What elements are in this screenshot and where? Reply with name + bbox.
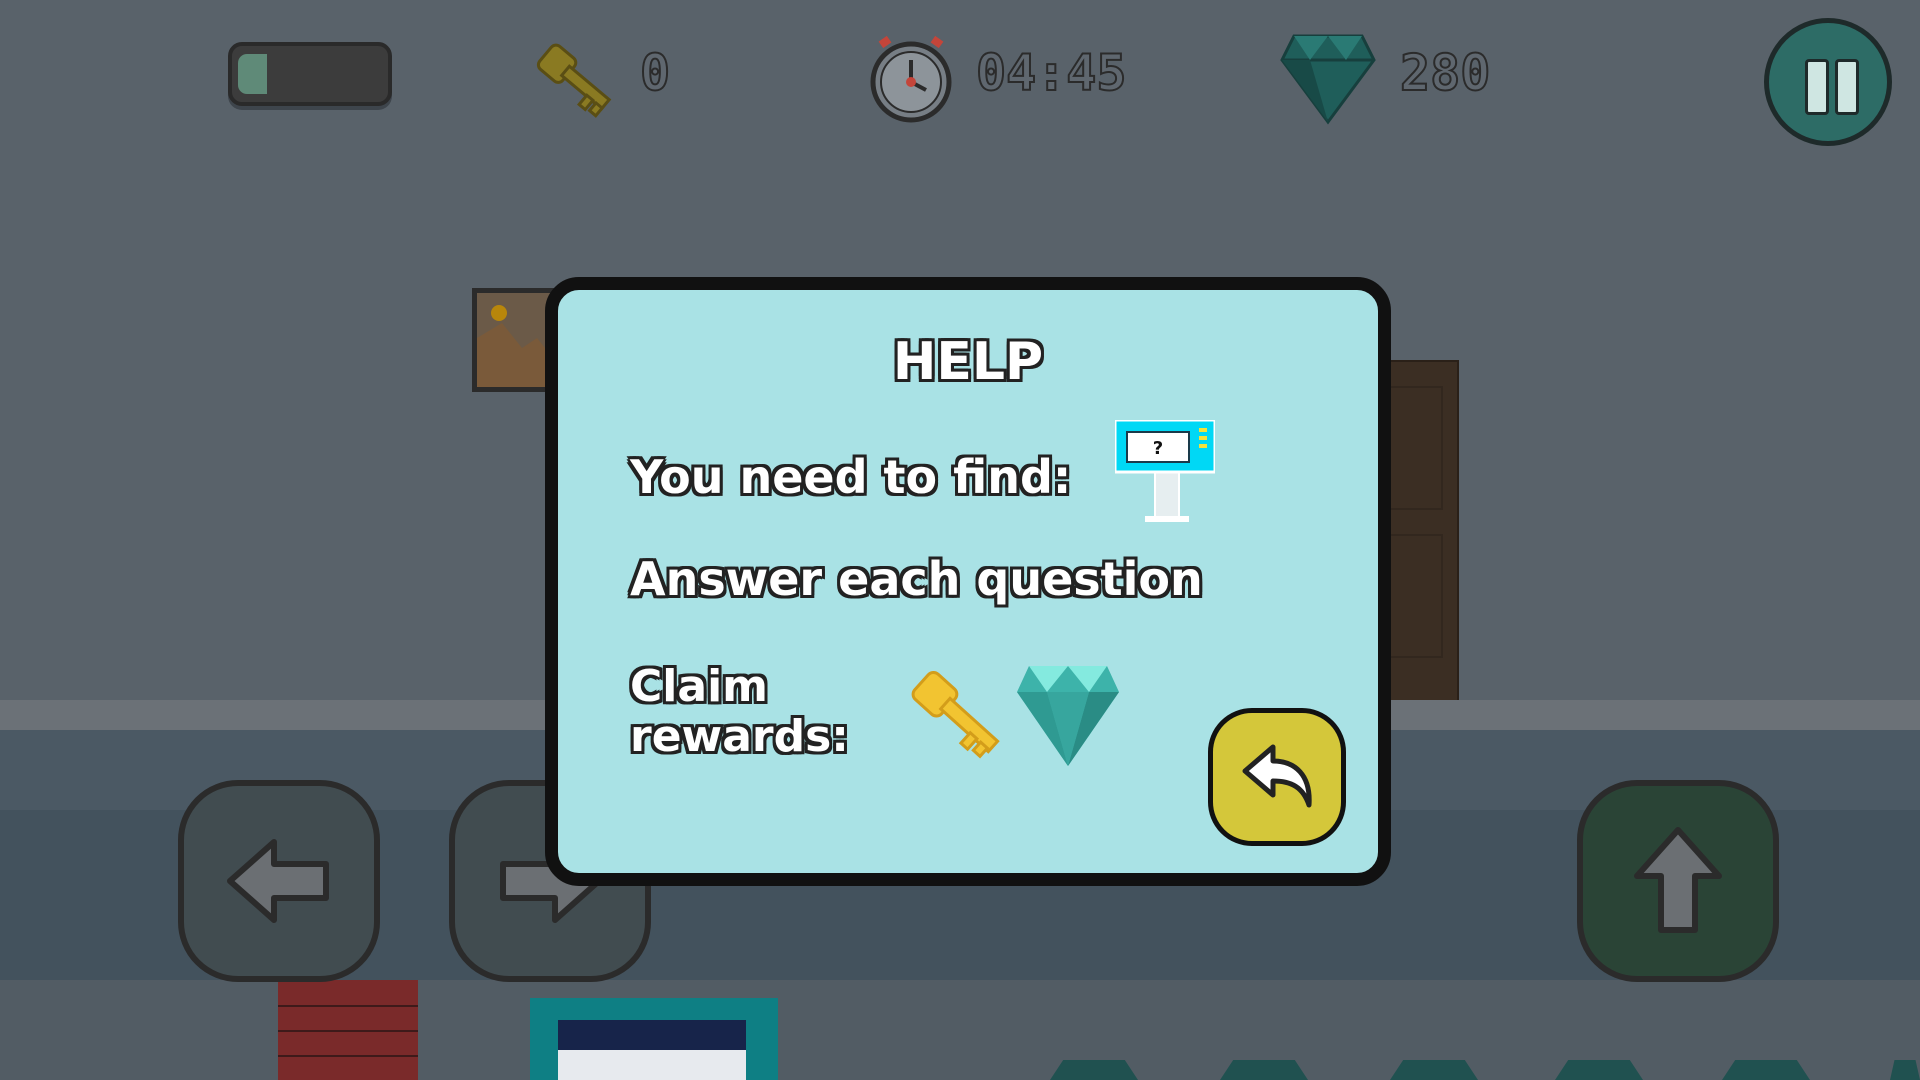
pause-button[interactable] xyxy=(1764,18,1892,146)
keys-count: 0 xyxy=(639,43,671,103)
move-left-button[interactable] xyxy=(178,780,380,982)
question-terminal-icon: ? xyxy=(1113,418,1217,524)
back-button[interactable] xyxy=(1208,708,1346,846)
terminal-question-mark: ? xyxy=(1153,438,1163,459)
gem-row xyxy=(1040,1060,1920,1080)
stopwatch-icon xyxy=(866,32,956,128)
brick-block xyxy=(278,980,418,1080)
jump-button[interactable] xyxy=(1577,780,1779,982)
gem-icon xyxy=(1280,30,1376,130)
arrow-left-icon xyxy=(227,839,329,923)
claim-label-line1: Claim xyxy=(630,661,768,712)
gems-count: 280 xyxy=(1399,43,1491,103)
pause-icon xyxy=(1805,59,1829,115)
key-icon xyxy=(530,34,622,124)
monitor-block xyxy=(530,998,778,1080)
answer-instruction: Answer each question xyxy=(630,552,1203,606)
claim-label-line2: rewards: xyxy=(630,711,849,762)
claim-instruction: Claim rewards: xyxy=(630,662,849,762)
energy-bar-fill xyxy=(238,54,267,94)
find-instruction: You need to find: xyxy=(630,450,1072,504)
arrow-up-icon xyxy=(1634,827,1722,933)
energy-bar xyxy=(228,42,392,106)
undo-arrow-icon xyxy=(1242,744,1312,808)
timer-text: 04:45 xyxy=(975,43,1128,103)
gem-reward-icon xyxy=(1013,660,1123,774)
dialog-title: HELP xyxy=(892,332,1044,392)
help-dialog: HELP You need to find: ? Answer each que… xyxy=(545,277,1391,886)
key-reward-icon xyxy=(903,660,1013,774)
